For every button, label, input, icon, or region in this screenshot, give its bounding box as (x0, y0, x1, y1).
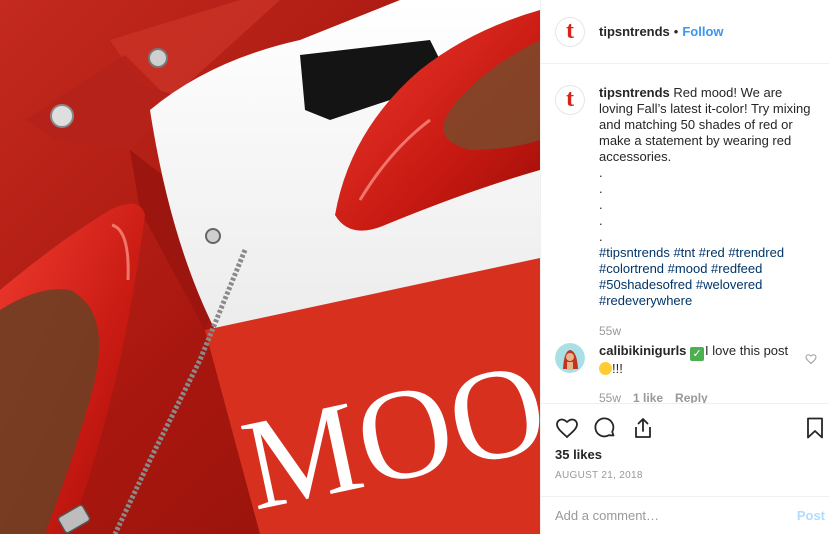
caption-username[interactable]: tipsntrends (599, 85, 670, 100)
header-username[interactable]: tipsntrends (599, 24, 670, 39)
comment-text: I love this post (705, 343, 789, 358)
hashtag-list: #tipsntrends #tnt #red #trendred #colort… (599, 245, 817, 309)
caption: t tipsntrends Red mood! We are loving Fa… (555, 85, 817, 309)
follow-button[interactable]: Follow (682, 24, 723, 39)
likes-count[interactable]: 35 likes (555, 447, 602, 462)
caption-text: Red mood! We are loving Fall’s latest it… (599, 85, 811, 244)
post-comment-button[interactable]: Post (797, 508, 825, 523)
hashtag[interactable]: #50shadesofred (599, 277, 692, 292)
commenter-avatar[interactable] (555, 343, 585, 373)
share-icon[interactable] (631, 416, 655, 440)
comments-section[interactable]: t tipsntrends Red mood! We are loving Fa… (541, 65, 829, 403)
photo-illustration: MOO (0, 0, 540, 534)
caption-avatar[interactable]: t (555, 85, 585, 115)
comment: calibikinigurls ✓ I love this post!!! (555, 343, 817, 377)
separator-dot: • (673, 24, 679, 39)
comment-meta: 55w 1 like Reply (599, 391, 708, 403)
hashtag[interactable]: #tipsntrends (599, 245, 670, 260)
avatar-letter: t (566, 17, 574, 44)
add-comment-bar: Post (541, 496, 829, 534)
hashtag[interactable]: #redeverywhere (599, 293, 692, 308)
comment-icon[interactable] (593, 416, 617, 440)
profile-avatar[interactable]: t (555, 16, 585, 47)
heart-icon[interactable] (555, 416, 579, 440)
like-comment-icon[interactable] (805, 353, 817, 365)
caption-timestamp[interactable]: 55w (599, 324, 621, 338)
hashtag[interactable]: #redfeed (711, 261, 762, 276)
post-photo[interactable]: MOO (0, 0, 540, 534)
hashtag[interactable]: #welovered (696, 277, 763, 292)
hashtag[interactable]: #tnt (673, 245, 695, 260)
comment-text-end: !!! (612, 361, 623, 376)
check-mark-icon: ✓ (690, 347, 705, 361)
snap-button (148, 48, 168, 68)
commenter-username[interactable]: calibikinigurls (599, 343, 686, 358)
post-actions: 35 likes AUGUST 21, 2018 (541, 403, 829, 504)
comment-timestamp[interactable]: 55w (599, 391, 621, 403)
caption-body: tipsntrends Red mood! We are loving Fall… (599, 85, 817, 309)
post-header: t tipsntrends • Follow (541, 0, 829, 64)
instagram-post: MOO t tipsntrends • Follow t tipsntrends… (0, 0, 829, 534)
hashtag[interactable]: #red (699, 245, 725, 260)
add-comment-input[interactable] (555, 508, 775, 523)
post-date[interactable]: AUGUST 21, 2018 (555, 470, 643, 481)
smile-emoji-icon (599, 362, 612, 375)
hashtag[interactable]: #colortrend (599, 261, 664, 276)
hashtag[interactable]: #mood (668, 261, 708, 276)
comment-body: calibikinigurls ✓ I love this post!!! (599, 343, 789, 377)
post-side-panel: t tipsntrends • Follow t tipsntrends Red… (540, 0, 829, 534)
avatar-letter: t (566, 86, 574, 112)
hashtag[interactable]: #trendred (728, 245, 784, 260)
bookmark-icon[interactable] (803, 416, 827, 440)
reply-button[interactable]: Reply (675, 391, 708, 403)
comment-likes[interactable]: 1 like (633, 391, 663, 403)
snap-button (50, 104, 74, 128)
action-icons (555, 416, 655, 440)
snap-button (205, 228, 221, 244)
